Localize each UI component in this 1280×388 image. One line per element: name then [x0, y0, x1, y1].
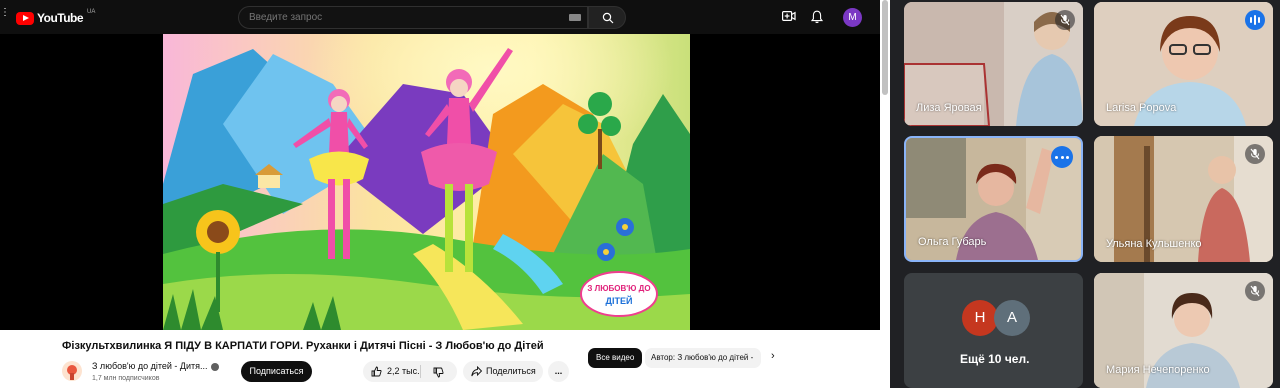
muted-mic-icon [1245, 144, 1265, 164]
like-dislike-group[interactable]: 2,2 тыс. [363, 361, 457, 382]
participant-avatar-n: Н [962, 300, 998, 336]
menu-icon[interactable]: ⋮ [0, 8, 10, 25]
share-icon [471, 366, 482, 377]
participant-name: Ольга Губарь [918, 236, 987, 248]
scrollbar[interactable] [882, 0, 888, 95]
notifications-icon[interactable] [811, 10, 823, 24]
participant-tile-ulyana[interactable]: Ульяна Кульшенко [1094, 136, 1273, 262]
participant-name: Ульяна Кульшенко [1106, 238, 1202, 250]
channel-name-row[interactable]: З любов'ю до дітей - Дитя... [92, 361, 219, 371]
participant-avatar-a: А [994, 300, 1030, 336]
dislike-icon[interactable] [433, 367, 444, 378]
subscribe-button[interactable]: Подписаться [241, 361, 312, 382]
channel-avatar[interactable] [62, 361, 82, 381]
participant-name: Лиза Яровая [916, 102, 982, 114]
like-count[interactable]: 2,2 тыс. [387, 361, 420, 382]
screen: ⋮ YouTube UA Введите запрос M З ЛЮБОВ'Ю … [0, 0, 1280, 388]
participant-name: Мария Нечепоренко [1106, 364, 1210, 376]
logo-text: YouTube [37, 11, 84, 25]
participant-tile-maria[interactable]: Мария Нечепоренко [1094, 273, 1273, 388]
youtube-header: ⋮ YouTube UA Введите запрос M [0, 0, 880, 34]
participant-tile-larisa[interactable]: Larisa Popova [1094, 2, 1273, 126]
keyboard-icon[interactable] [569, 14, 581, 21]
like-separator [420, 365, 421, 378]
subscriber-count: 1,7 млн подписчиков [92, 375, 160, 382]
user-avatar[interactable]: M [843, 8, 862, 27]
like-icon[interactable] [371, 366, 382, 377]
video-frame[interactable]: З ЛЮБОВ'Ю ДО ДІТЕЙ [163, 34, 690, 330]
search-box[interactable] [238, 6, 588, 29]
channel-name[interactable]: З любов'ю до дітей - Дитя... [92, 361, 208, 371]
chip-next-arrow[interactable]: › [771, 350, 775, 362]
share-button[interactable]: Поделиться [463, 361, 543, 382]
search-icon [602, 12, 614, 24]
share-label: Поделиться [486, 366, 536, 376]
participant-options-button[interactable] [1051, 146, 1073, 168]
search-input[interactable] [239, 7, 559, 28]
youtube-window: ⋮ YouTube UA Введите запрос M З ЛЮБОВ'Ю … [0, 0, 880, 388]
create-video-icon[interactable] [782, 10, 796, 22]
chip-all-videos[interactable]: Все видео [588, 348, 643, 368]
muted-mic-icon [1245, 281, 1265, 301]
logo-country: UA [87, 9, 96, 15]
video-title: Фізкультхвилинка Я ПІДУ В КАРПАТИ ГОРИ. … [62, 340, 544, 352]
video-player[interactable]: З ЛЮБОВ'Ю ДО ДІТЕЙ [0, 34, 880, 330]
youtube-play-icon [16, 11, 34, 25]
muted-mic-icon [1055, 10, 1075, 30]
chip-author[interactable]: Автор: З любов'ю до дітей - [645, 348, 761, 368]
verified-icon [210, 362, 219, 371]
search-button[interactable] [588, 6, 626, 29]
participant-tile-liza[interactable]: Лиза Яровая [904, 2, 1083, 126]
more-actions-button[interactable]: ... [548, 361, 569, 382]
youtube-logo[interactable]: YouTube UA [16, 9, 96, 25]
participant-tile-olga[interactable]: Ольга Губарь [904, 136, 1083, 262]
more-participants-tile[interactable] [904, 273, 1083, 388]
speaking-indicator-icon [1245, 10, 1265, 30]
more-participants-label: Ещё 10 чел. [960, 352, 1030, 366]
video-logo-line2: ДІТЕЙ [606, 295, 633, 306]
participant-name: Larisa Popova [1106, 102, 1177, 114]
video-logo-line1: З ЛЮБОВ'Ю ДО [587, 284, 650, 293]
channel-avatar-image [67, 365, 77, 380]
